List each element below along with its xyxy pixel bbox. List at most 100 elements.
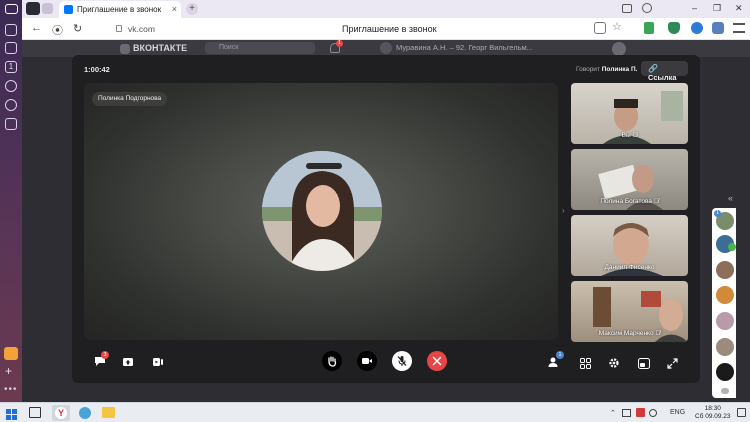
- collapse-sidebar-icon[interactable]: «: [728, 193, 733, 203]
- browser-sidebar: 1 + •••: [0, 0, 22, 402]
- tray-chevron-icon[interactable]: ⌃: [610, 409, 616, 417]
- browser-menu-icon[interactable]: [5, 4, 18, 14]
- translate-icon[interactable]: [594, 22, 606, 34]
- tab-menu-chevron-icon[interactable]: [42, 3, 53, 14]
- sidebar-avatar[interactable]: [716, 363, 734, 381]
- expand-tiles-chevron-icon[interactable]: ›: [562, 206, 565, 215]
- clock[interactable]: 18:30 Сб 09.09.23: [695, 405, 731, 421]
- participant-tile[interactable]: Даниил Фисенко: [571, 215, 688, 276]
- extension-icon[interactable]: [712, 22, 724, 34]
- vk-notification-avatar: [380, 42, 392, 54]
- tab-close-icon[interactable]: ×: [172, 4, 177, 14]
- mail-icon[interactable]: [4, 347, 18, 360]
- restore-button[interactable]: ❐: [713, 3, 721, 14]
- camera-icon: [362, 358, 372, 364]
- microphone-button[interactable]: [392, 351, 412, 371]
- close-window-button[interactable]: ✕: [735, 3, 743, 14]
- sidebar-avatar[interactable]: [716, 286, 734, 304]
- collections-icon[interactable]: [5, 24, 17, 36]
- star-icon[interactable]: ☆: [612, 22, 624, 34]
- broadcast-icon: [153, 358, 163, 366]
- add-panel-icon[interactable]: +: [5, 364, 12, 378]
- downloads-icon[interactable]: [5, 118, 17, 130]
- raise-hand-button[interactable]: [322, 351, 342, 371]
- settings-button[interactable]: [608, 356, 624, 372]
- history-icon[interactable]: [5, 99, 17, 111]
- task-view-icon[interactable]: [29, 407, 41, 418]
- vk-favicon-icon: [64, 5, 73, 14]
- tab-title: Приглашение в звонок: [77, 5, 162, 14]
- tab-group-icon[interactable]: [26, 2, 40, 15]
- page-title: Приглашение в звонок: [342, 24, 437, 34]
- participants-button[interactable]: 1: [548, 351, 564, 371]
- vk-notification-text[interactable]: Муравина А.Н. – 92. Георг Вильгельм...: [396, 43, 533, 52]
- sidebar-avatar[interactable]: [716, 312, 734, 330]
- main-participant-name: Полинка Подгорнова: [92, 92, 168, 106]
- adblock-icon[interactable]: [668, 22, 680, 34]
- share-screen-button[interactable]: [122, 355, 138, 371]
- pip-button[interactable]: [638, 356, 654, 372]
- new-tab-button[interactable]: +: [186, 3, 198, 15]
- file-explorer-icon[interactable]: [102, 407, 115, 418]
- sidebar-avatar[interactable]: [716, 261, 734, 279]
- media-icon[interactable]: [5, 80, 17, 92]
- copy-link-button[interactable]: 🔗 Ссылка: [641, 61, 688, 82]
- participant-label: Максим Марченко 🎙̸: [598, 330, 661, 337]
- pip-icon: [638, 358, 650, 369]
- minimize-button[interactable]: –: [692, 3, 697, 13]
- clock-time: 18:30: [704, 405, 721, 412]
- notifications-icon[interactable]: [737, 408, 746, 417]
- call-status-icon: [728, 243, 736, 251]
- vk-logo[interactable]: ВКОНТАКТЕ: [120, 43, 187, 54]
- mic-muted-icon: 🎙̸: [653, 198, 659, 205]
- settings-icon: [609, 358, 619, 368]
- shield-icon[interactable]: ⦿: [52, 22, 63, 38]
- language-indicator[interactable]: ENG: [670, 409, 685, 416]
- address-bar: ← ⦿ ↻ vk.com Приглашение в звонок ☆: [22, 18, 750, 40]
- tray-antivirus-icon[interactable]: [636, 408, 645, 417]
- speaking-indicator: Говорит Полинка П.: [576, 66, 637, 73]
- participant-tile[interactable]: Полина Богатова 🎙̸: [571, 149, 688, 210]
- tabs-icon[interactable]: [5, 42, 17, 54]
- network-icon[interactable]: [622, 409, 631, 417]
- sidebar-chat-icon[interactable]: [721, 388, 729, 394]
- end-call-icon: [432, 356, 442, 366]
- layout-button[interactable]: [580, 356, 596, 372]
- reload-button[interactable]: ↻: [73, 22, 82, 35]
- broadcast-button[interactable]: [152, 355, 168, 371]
- taskbar: Y ⌃ ENG 18:30 Сб 09.09.23: [0, 402, 750, 422]
- end-call-button[interactable]: [427, 351, 447, 371]
- taskbar-yandex-browser[interactable]: Y: [52, 405, 70, 421]
- participant-tile[interactable]: Вы 🎙̸: [571, 83, 688, 144]
- bookmarks-icon[interactable]: [622, 4, 632, 13]
- participant-tile[interactable]: Максим Марченко 🎙̸: [571, 281, 688, 342]
- raise-hand-icon: [328, 356, 337, 367]
- camera-button[interactable]: [357, 351, 377, 371]
- vk-logo-icon: [120, 43, 130, 54]
- fullscreen-button[interactable]: [667, 356, 683, 372]
- url-field[interactable]: vk.com Приглашение в звонок: [112, 21, 582, 37]
- volume-icon[interactable]: [649, 409, 657, 417]
- copy-link-label: Ссылка: [648, 73, 677, 82]
- vk-notification-badge: 1: [336, 40, 343, 47]
- participant-label: Полина Богатова 🎙̸: [600, 198, 659, 205]
- mic-muted-icon: [397, 356, 407, 366]
- hamburger-menu-icon[interactable]: [733, 23, 745, 33]
- account-icon[interactable]: [642, 3, 652, 13]
- tab-active[interactable]: Приглашение в звонок ×: [59, 1, 181, 18]
- vk-search-input[interactable]: Поиск: [205, 42, 315, 54]
- participant-label: Даниил Фисенко: [604, 264, 655, 271]
- layout-grid-icon: [580, 358, 591, 369]
- vk-profile-avatar[interactable]: [612, 42, 626, 56]
- more-icon[interactable]: •••: [4, 384, 18, 395]
- notes-icon[interactable]: 1: [5, 61, 17, 73]
- taskbar-app-icon[interactable]: [79, 407, 91, 419]
- download-icon[interactable]: [644, 22, 654, 34]
- chat-button[interactable]: 3: [93, 351, 109, 370]
- back-button[interactable]: ←: [31, 22, 42, 34]
- sidebar-avatar[interactable]: [716, 338, 734, 356]
- yandex-browser-icon: Y: [55, 407, 67, 419]
- vpn-icon[interactable]: [691, 22, 703, 34]
- windows-start-icon[interactable]: [6, 407, 17, 420]
- sidebar-badge: 1: [714, 210, 721, 217]
